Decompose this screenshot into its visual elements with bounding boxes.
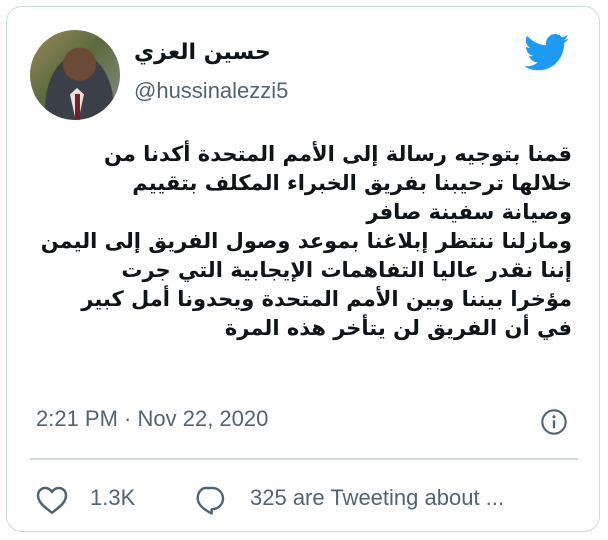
reply-icon[interactable] <box>192 484 226 516</box>
avatar-tie <box>75 94 80 120</box>
author-avatar[interactable] <box>30 30 120 120</box>
author-display-name[interactable]: حسين العزي <box>134 40 271 65</box>
tweet-line: خلالها ترحيبنا بفريق الخبراء المكلف بتقي… <box>132 171 572 195</box>
tweet-line: وصيانة سفينة صافر <box>366 200 572 224</box>
twitter-bird-icon[interactable] <box>524 34 570 72</box>
tweet-line: إننا نقدر عاليا التفاهمات الإيجابية التي… <box>121 258 572 282</box>
divider <box>30 458 578 460</box>
tweet-line: في أن الفريق لن يتأخر هذه المرة <box>224 316 572 340</box>
author-handle[interactable]: @hussinalezzi5 <box>134 78 288 104</box>
tweeting-about-link[interactable]: 325 are Tweeting about ... <box>250 485 504 511</box>
tweet-line: مؤخرا بيننا وبين الأمم المتحدة ويحدونا أ… <box>81 287 572 311</box>
tweet-text: قمنا بتوجيه رسالة إلى الأمم المتحدة أكدن… <box>36 140 572 343</box>
tweet-line: قمنا بتوجيه رسالة إلى الأمم المتحدة أكدن… <box>103 142 572 166</box>
info-icon[interactable] <box>540 408 568 436</box>
tweet-timestamp[interactable]: 2:21 PM · Nov 22, 2020 <box>36 406 268 432</box>
like-count[interactable]: 1.3K <box>90 485 135 511</box>
tweet-line: ومازلنا ننتظر إبلاغنا بموعد وصول الفريق … <box>40 229 572 253</box>
heart-icon[interactable] <box>36 485 68 515</box>
